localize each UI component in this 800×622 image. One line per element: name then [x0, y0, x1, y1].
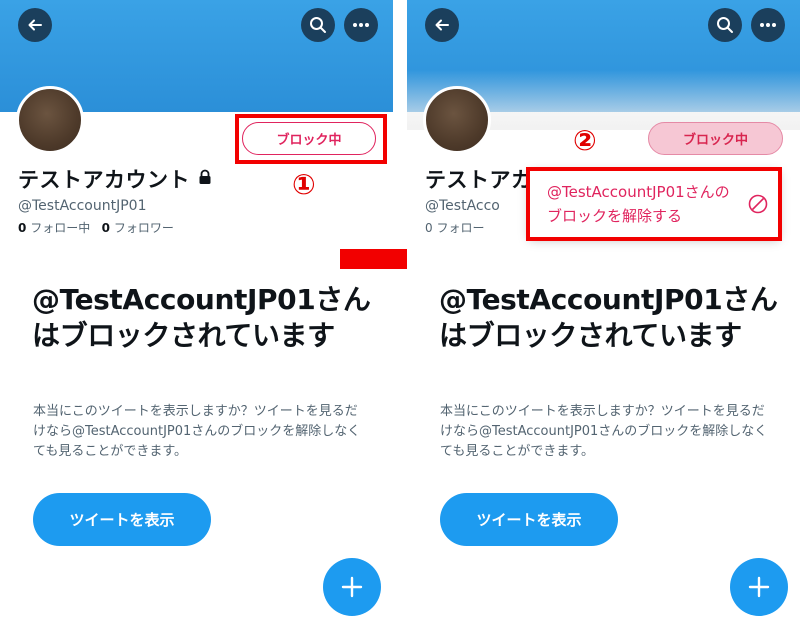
blocking-button[interactable]: ブロック中 — [648, 122, 783, 155]
back-arrow-icon — [28, 19, 42, 31]
search-icon — [310, 17, 326, 33]
compose-button[interactable] — [730, 558, 788, 616]
follow-stats: 0 フォロー — [425, 221, 485, 235]
plus-icon — [748, 576, 770, 598]
avatar[interactable] — [16, 86, 84, 154]
user-handle: @TestAccountJP01 — [18, 198, 147, 214]
avatar[interactable] — [423, 86, 491, 154]
search-button[interactable] — [708, 8, 742, 42]
profile-name-row: テストアカ — [425, 164, 533, 194]
more-button[interactable] — [344, 8, 378, 42]
plus-icon — [341, 576, 363, 598]
annotation-frame-1 — [235, 114, 387, 164]
blocked-description: 本当にこのツイートを表示しますか？ツイートを見るだけなら@TestAccount… — [33, 404, 361, 459]
back-button[interactable] — [18, 8, 52, 42]
following-count: 0 — [18, 221, 27, 235]
more-icon — [353, 23, 369, 27]
annotation-step-1: ① — [292, 168, 316, 201]
panel-before: ブロック中 テストアカウント @TestAccountJP01 0 フォロー中 … — [0, 0, 393, 622]
display-name: テストアカ — [425, 168, 533, 192]
panel-after: ブロック中 テストアカ @TestAcco 0 フォロー @TestAccoun… — [407, 0, 800, 622]
back-button[interactable] — [425, 8, 459, 42]
more-icon — [760, 23, 776, 27]
back-arrow-icon — [435, 19, 449, 31]
show-tweets-button[interactable]: ツイートを表示 — [33, 493, 211, 546]
search-icon — [717, 17, 733, 33]
search-button[interactable] — [301, 8, 335, 42]
profile-name-row: テストアカウント — [18, 164, 212, 194]
blocked-description: 本当にこのツイートを表示しますか？ツイートを見るだけなら@TestAccount… — [440, 404, 768, 459]
blocked-headline: @TestAccountJP01さんはブロックされています — [32, 283, 371, 352]
more-button[interactable] — [751, 8, 785, 42]
show-tweets-button[interactable]: ツイートを表示 — [440, 493, 618, 546]
lock-icon — [198, 169, 212, 189]
followers-label[interactable]: フォロワー — [114, 221, 174, 235]
followers-count: 0 — [101, 221, 111, 235]
compose-button[interactable] — [323, 558, 381, 616]
user-handle: @TestAcco — [425, 198, 500, 214]
following-label[interactable]: フォロー中 — [30, 221, 90, 235]
annotation-step-2: ② — [573, 124, 597, 157]
blocked-headline: @TestAccountJP01さんはブロックされています — [439, 283, 778, 352]
annotation-frame-2 — [526, 167, 782, 241]
follow-stats: 0 フォロー中 0 フォロワー — [18, 219, 174, 236]
display-name: テストアカウント — [18, 168, 190, 192]
